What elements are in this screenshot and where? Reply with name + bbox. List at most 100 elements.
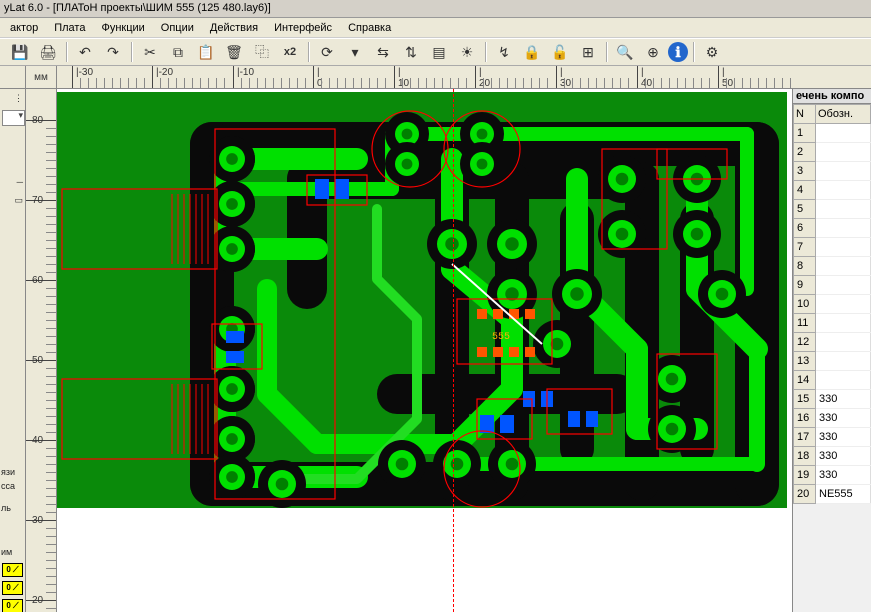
print-icon[interactable]: 🖨	[35, 40, 61, 64]
delete-icon[interactable]: 🗑	[221, 40, 247, 64]
table-row[interactable]: 8	[794, 257, 871, 276]
paste-icon[interactable]: 📋	[193, 40, 219, 64]
table-row[interactable]: 17330	[794, 428, 871, 447]
table-row[interactable]: 20NE555	[794, 485, 871, 504]
col-n[interactable]: N	[794, 105, 816, 124]
table-row[interactable]: 10	[794, 295, 871, 314]
h-tick: | 30	[556, 66, 557, 88]
unlock-icon[interactable]: 🔓	[547, 40, 573, 64]
h-tick: | 40	[637, 66, 638, 88]
cut-icon[interactable]: ✂	[137, 40, 163, 64]
v-tick: 50	[26, 360, 56, 361]
table-row[interactable]: 12	[794, 333, 871, 352]
tb-sep	[693, 42, 694, 62]
lbl-3: ль	[0, 503, 25, 513]
lock-icon[interactable]: 🔒	[519, 40, 545, 64]
cursor-crosshair	[453, 89, 454, 612]
table-row[interactable]: 16330	[794, 409, 871, 428]
h-tick: |-20	[152, 66, 153, 88]
undo-icon[interactable]: ↶	[72, 40, 98, 64]
tool-rect[interactable]: ▭	[1, 195, 24, 206]
mirror-v-icon[interactable]: ⇅	[398, 40, 424, 64]
table-row[interactable]: 6	[794, 219, 871, 238]
lbl-2: сса	[0, 481, 25, 491]
duplicate-icon[interactable]: ⿻	[249, 40, 275, 64]
left-palette: ⋮ ─ ▭ язи сса ль им 0 ⟋ 0 ⟋ 0 ⟋ 0 ⟋	[0, 89, 26, 612]
toolbar: 💾🖨 ↶↷ ✂⧉📋🗑⿻x2 ⟳▾⇆⇅▤☀ ↯🔒🔓⊞ 🔍⊕ℹ ⚙	[0, 38, 871, 66]
component-table[interactable]: N Обозн. 1234567891011121314153301633017…	[793, 104, 871, 504]
table-row[interactable]: 15330	[794, 390, 871, 409]
v-tick: 20	[26, 600, 56, 601]
ruler-corner	[0, 66, 26, 88]
table-row[interactable]: 11	[794, 314, 871, 333]
badge-1[interactable]: 0 ⟋	[2, 563, 23, 577]
center-icon[interactable]: ⊕	[640, 40, 666, 64]
title-bar: yLat 6.0 - [ПЛАТоН проекты\ШИМ 555 (125 …	[0, 0, 871, 18]
gear-icon[interactable]: ⚙	[699, 40, 725, 64]
autoroute-icon[interactable]: ↯	[491, 40, 517, 64]
copy-icon[interactable]: ⧉	[165, 40, 191, 64]
table-row[interactable]: 19330	[794, 466, 871, 485]
tb-sep	[606, 42, 607, 62]
grid-size[interactable]: ⋮	[1, 93, 24, 104]
lbl-1: язи	[0, 467, 25, 477]
menu-Опции[interactable]: Опции	[155, 20, 200, 36]
layer-dropdown[interactable]	[2, 110, 25, 126]
mirror-h-icon[interactable]: ⇆	[370, 40, 396, 64]
col-desig[interactable]: Обозн.	[816, 105, 871, 124]
menu-Действия[interactable]: Действия	[204, 20, 264, 36]
h-tick: |-10	[233, 66, 234, 88]
table-row[interactable]: 18330	[794, 447, 871, 466]
v-tick: 60	[26, 280, 56, 281]
menu-Функции[interactable]: Функции	[95, 20, 150, 36]
tool-line[interactable]: ─	[1, 177, 24, 187]
table-row[interactable]: 14	[794, 371, 871, 390]
table-row[interactable]: 9	[794, 276, 871, 295]
pcb-board[interactable]: 555	[57, 89, 792, 612]
lbl-4: им	[0, 547, 25, 557]
menu-актор[interactable]: актор	[4, 20, 44, 36]
v-tick: 80	[26, 120, 56, 121]
menu-Справка[interactable]: Справка	[342, 20, 397, 36]
badge-3[interactable]: 0 ⟋	[2, 599, 23, 612]
badge-2[interactable]: 0 ⟋	[2, 581, 23, 595]
snap-icon[interactable]: ☀	[454, 40, 480, 64]
table-row[interactable]: 2	[794, 143, 871, 162]
menu-Интерфейс[interactable]: Интерфейс	[268, 20, 338, 36]
zoom-icon[interactable]: 🔍	[612, 40, 638, 64]
table-row[interactable]: 5	[794, 200, 871, 219]
h-tick: | 10	[394, 66, 395, 88]
tb-sep	[66, 42, 67, 62]
h-tick: | 50	[718, 66, 719, 88]
con-icon[interactable]: ⊞	[575, 40, 601, 64]
v-ruler[interactable]: 80706050403020	[26, 89, 57, 612]
redo-icon[interactable]: ↷	[100, 40, 126, 64]
table-row[interactable]: 7	[794, 238, 871, 257]
h-ruler[interactable]: |-30|-20|-10| 0| 10| 20| 30| 40| 50	[57, 66, 871, 88]
tb-sep	[485, 42, 486, 62]
menu-bar: акторПлатаФункции ОпцииДействияИнтерфейсС…	[0, 18, 871, 38]
v-tick: 40	[26, 440, 56, 441]
h-tick: | 20	[475, 66, 476, 88]
save-icon[interactable]: 💾	[7, 40, 33, 64]
rotate-dd-icon[interactable]: ▾	[342, 40, 368, 64]
table-row[interactable]: 3	[794, 162, 871, 181]
tb-sep	[131, 42, 132, 62]
menu-Плата[interactable]: Плата	[48, 20, 91, 36]
table-row[interactable]: 13	[794, 352, 871, 371]
v-tick: 30	[26, 520, 56, 521]
canvas[interactable]: 555	[57, 89, 792, 612]
h-tick: |-30	[72, 66, 73, 88]
align-icon[interactable]: ▤	[426, 40, 452, 64]
ruler-row: мм |-30|-20|-10| 0| 10| 20| 30| 40| 50	[0, 66, 871, 89]
component-panel: ечень компо N Обозн. 1234567891011121314…	[792, 89, 871, 612]
table-row[interactable]: 4	[794, 181, 871, 200]
panel-title: ечень компо	[793, 89, 871, 104]
ruler-unit[interactable]: мм	[26, 66, 57, 88]
info-icon[interactable]: ℹ	[668, 42, 688, 62]
x2-icon[interactable]: x2	[277, 40, 303, 64]
rotate-icon[interactable]: ⟳	[314, 40, 340, 64]
canvas-bg: 555	[57, 89, 792, 612]
table-row[interactable]: 1	[794, 124, 871, 143]
svg-text:555: 555	[492, 332, 510, 343]
